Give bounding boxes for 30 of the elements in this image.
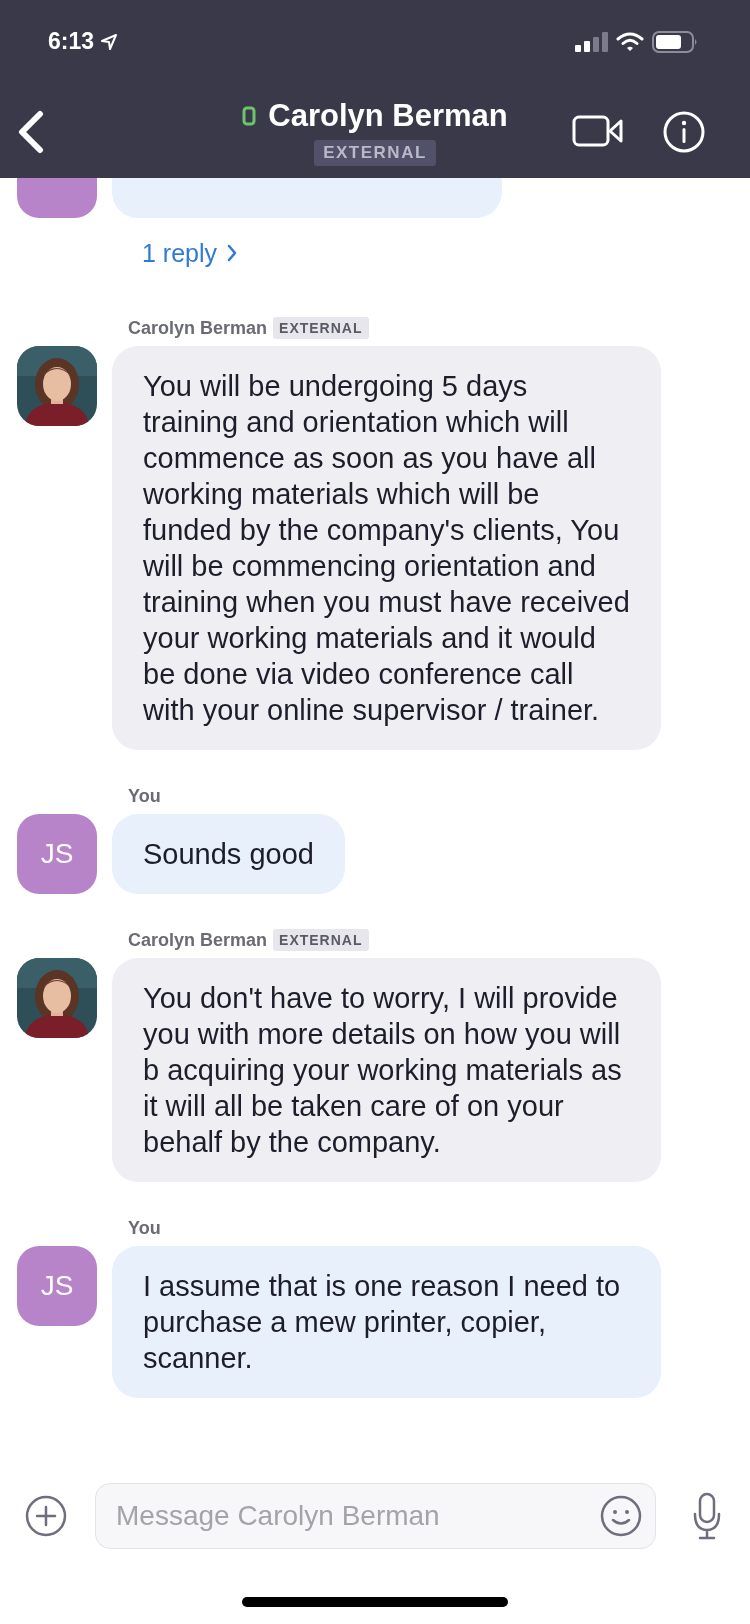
battery-icon [652,30,698,53]
message-bubble: You will be undergoing 5 days training and orientation which will commence as soon as you have all working materials which will be funded by the company's clients, You will be commencing orientation and training when you must have received your working materials and it would be done via video conference call with your online supervisor / trainer. [112,346,661,750]
sender-name: You [128,785,161,807]
microphone-icon[interactable] [692,1492,722,1540]
wifi-icon [616,31,644,52]
user-avatar[interactable]: JS [17,814,97,894]
sender-name: Carolyn Berman [128,317,268,339]
video-camera-icon[interactable] [572,115,624,147]
replies-link[interactable]: 1 reply [142,238,238,268]
chat-title: Carolyn Berman [268,98,508,134]
external-badge: EXTERNAL [273,317,369,339]
back-icon[interactable] [16,110,44,154]
add-icon[interactable] [25,1495,67,1537]
status-time: 6:13 [48,28,95,55]
external-badge: EXTERNAL [273,929,369,951]
user-avatar[interactable] [17,178,97,218]
user-avatar[interactable]: JS [17,1246,97,1326]
location-arrow-icon [100,32,119,51]
external-badge: EXTERNAL [314,140,436,166]
message-bubble: Sounds good [112,814,345,894]
message-bubble: I assume that is one reason I need to purchase a mew printer, copier, scanner. [112,1246,661,1398]
message-field[interactable]: Message Carolyn Berman [95,1483,656,1549]
info-icon[interactable] [662,110,706,154]
sender-name: Carolyn Berman [128,929,268,951]
message-bubble: You don't have to worry, I will provide you with more details on how you will b acquiring your working materials as it will all be taken care of on your behalf by the company. [112,958,661,1182]
sender-name: You [128,1217,161,1239]
emoji-icon[interactable] [600,1495,642,1537]
message-input-field[interactable]: Message Carolyn Berman [116,1500,600,1532]
chevron-right-icon [227,244,238,262]
signal-icon [575,31,608,52]
